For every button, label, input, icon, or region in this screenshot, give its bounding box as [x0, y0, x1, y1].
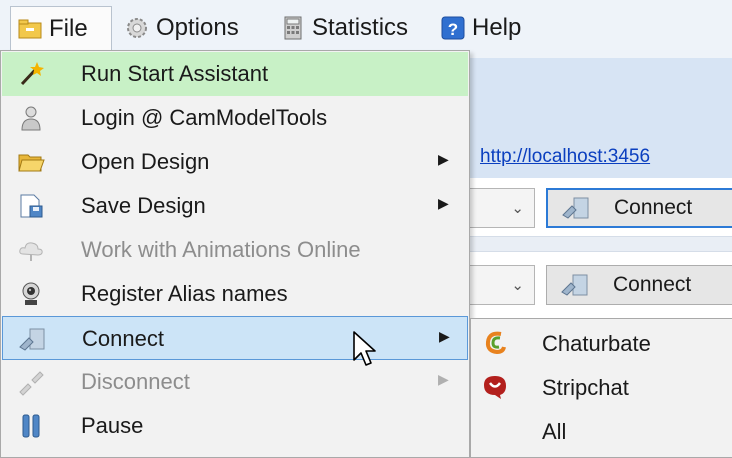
menu-help-label: Help — [472, 14, 522, 41]
menu-item-label: Save Design — [81, 193, 206, 218]
plug-icon — [562, 197, 589, 219]
mouse-cursor-icon — [353, 331, 376, 366]
submenu-arrow-icon: ▶ — [439, 328, 450, 344]
file-menu: Run Start Assistant Login @ CamModelTool… — [0, 50, 470, 458]
submenu-item-label: Chaturbate — [542, 331, 651, 356]
menu-item-disconnect[interactable]: Disconnect ▶ — [2, 360, 468, 404]
chevron-down-icon: ⌄ — [511, 200, 524, 217]
section-divider — [455, 236, 732, 252]
menu-item-save-design[interactable]: Save Design ▶ — [2, 184, 468, 228]
plug-icon — [561, 274, 588, 296]
menu-item-register-alias[interactable]: Register Alias names — [2, 272, 468, 316]
menu-item-label: Open Design — [81, 149, 210, 174]
menu-item-label: Login @ CamModelTools — [81, 105, 328, 130]
folder-icon — [18, 19, 42, 38]
stripchat-icon — [484, 376, 506, 399]
menu-help[interactable]: ? Help — [440, 6, 521, 50]
open-folder-icon — [18, 154, 45, 172]
calculator-icon — [284, 16, 302, 40]
menu-item-login[interactable]: Login @ CamModelTools — [2, 96, 468, 140]
menu-item-work-with-animations[interactable]: Work with Animations Online — [2, 228, 468, 272]
gears-icon — [127, 18, 147, 38]
submenu-arrow-icon: ▶ — [438, 151, 449, 167]
connect-submenu: Chaturbate Stripchat All — [470, 318, 732, 458]
connect-button-2-label: Connect — [613, 273, 692, 296]
chaturbate-icon — [485, 331, 506, 355]
menu-item-label: Run Start Assistant — [81, 61, 269, 86]
plug-icon — [19, 328, 45, 351]
menu-statistics-label: Statistics — [312, 14, 409, 41]
pause-icon — [22, 414, 40, 438]
menu-item-label: Disconnect — [81, 369, 190, 394]
connect-button-1-label: Connect — [614, 196, 693, 219]
submenu-item-label: All — [542, 419, 567, 444]
connect-button-1[interactable]: Connect — [546, 188, 732, 228]
menu-item-pause[interactable]: Pause — [2, 404, 468, 448]
user-icon — [21, 106, 41, 131]
magic-wand-icon — [20, 62, 44, 86]
menu-file-label: File — [49, 14, 88, 42]
menu-item-label: Pause — [81, 413, 144, 438]
menu-file[interactable]: File — [10, 6, 112, 50]
webcam-icon — [22, 282, 40, 305]
submenu-arrow-icon: ▶ — [438, 195, 449, 211]
connect-button-2[interactable]: Connect — [546, 265, 732, 305]
menu-item-connect[interactable]: Connect ▶ — [2, 316, 468, 360]
submenu-item-all[interactable]: All — [471, 409, 732, 453]
menu-item-label: Register Alias names — [81, 281, 288, 306]
menu-options[interactable]: Options — [124, 6, 239, 50]
save-document-icon — [20, 194, 43, 218]
localhost-link[interactable]: http://localhost:3456 — [480, 146, 650, 168]
help-icon: ? — [441, 16, 465, 40]
submenu-item-chaturbate[interactable]: Chaturbate — [471, 321, 732, 365]
submenu-arrow-icon: ▶ — [438, 371, 449, 387]
cloud-icon — [19, 242, 43, 261]
menu-item-label: Work with Animations Online — [81, 237, 361, 262]
menu-item-run-start-assistant[interactable]: Run Start Assistant — [2, 52, 468, 96]
menu-options-label: Options — [156, 14, 239, 41]
menu-item-open-design[interactable]: Open Design ▶ — [2, 140, 468, 184]
menu-statistics[interactable]: Statistics — [280, 6, 408, 50]
chevron-down-icon: ⌄ — [511, 277, 524, 294]
submenu-item-stripchat[interactable]: Stripchat — [471, 365, 732, 409]
svg-text:?: ? — [448, 20, 458, 39]
submenu-item-label: Stripchat — [542, 375, 629, 400]
menu-item-label: Connect — [82, 326, 164, 351]
unplug-icon — [19, 371, 44, 396]
